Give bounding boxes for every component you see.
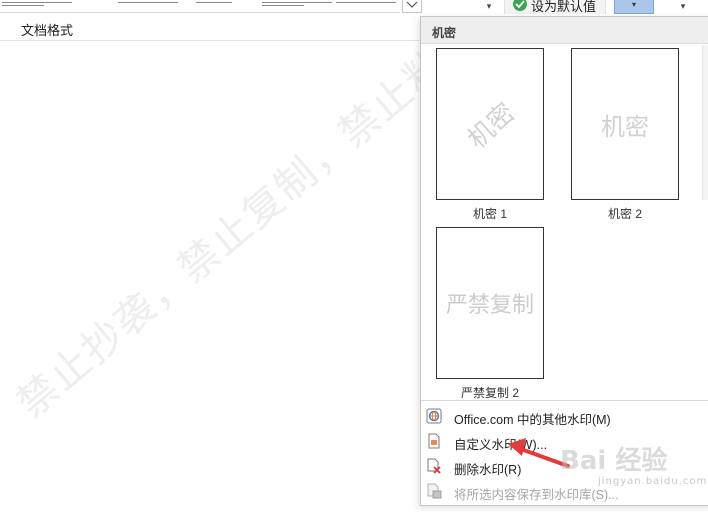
watermark-preview: 机密 <box>571 48 679 200</box>
office-globe-icon <box>426 408 442 424</box>
style-thumbnail[interactable] <box>196 0 256 11</box>
set-default-button[interactable]: 设为默认值 <box>504 0 606 14</box>
ribbon-dropdown-arrow[interactable]: ▾ <box>478 0 500 14</box>
gallery-expand-button[interactable] <box>402 0 422 13</box>
watermark-dropdown-button[interactable]: ▾ <box>614 0 654 14</box>
remove-watermark-icon <box>426 458 442 474</box>
set-default-label: 设为默认值 <box>531 0 597 14</box>
ribbon: ▾ 设为默认值 ▾ ▾ <box>0 0 708 14</box>
document-watermark: 禁止抄袭，禁止复制，禁止粘贴 <box>8 13 489 427</box>
baidu-url-watermark: jingyan.baidu.com <box>598 476 708 487</box>
style-thumbnail[interactable] <box>118 0 178 11</box>
menu-item-label: 将所选内容保存到水印库(S)... <box>454 488 619 502</box>
watermark-preview-text: 严禁复制 <box>445 293 534 318</box>
style-thumbnail[interactable] <box>262 0 332 11</box>
custom-watermark-icon <box>426 433 442 449</box>
watermark-preview-text: 机密 <box>462 97 522 155</box>
watermark-caption: 严禁复制 2 <box>460 386 519 400</box>
document-heading-row: 文档格式 <box>0 16 420 41</box>
style-thumbnail[interactable] <box>336 0 396 11</box>
style-gallery[interactable] <box>0 0 400 13</box>
baidu-logo-watermark: Bai 经验 <box>560 446 668 476</box>
check-icon <box>513 0 527 11</box>
section-header: 机密 <box>421 17 708 44</box>
ribbon-dropdown-arrow[interactable]: ▾ <box>672 0 694 14</box>
save-to-gallery-icon <box>426 483 442 499</box>
panel-scrollbar[interactable] <box>702 45 708 200</box>
menu-item-label: Office.com 中的其他水印(M) <box>454 413 611 427</box>
menu-divider <box>421 400 708 401</box>
section-title: 机密 <box>432 26 457 40</box>
watermark-preview: 严禁复制 <box>436 227 544 379</box>
document-heading: 文档格式 <box>21 23 74 38</box>
more-watermarks-menu-item[interactable]: Office.com 中的其他水印(M) <box>421 404 708 429</box>
watermark-caption: 机密 2 <box>607 207 642 221</box>
style-thumbnail[interactable] <box>48 0 88 11</box>
watermark-caption: 机密 1 <box>472 207 507 221</box>
watermark-preview-text: 机密 <box>601 112 649 141</box>
chevron-down-icon <box>406 1 418 8</box>
watermark-preview: 机密 <box>436 48 544 200</box>
